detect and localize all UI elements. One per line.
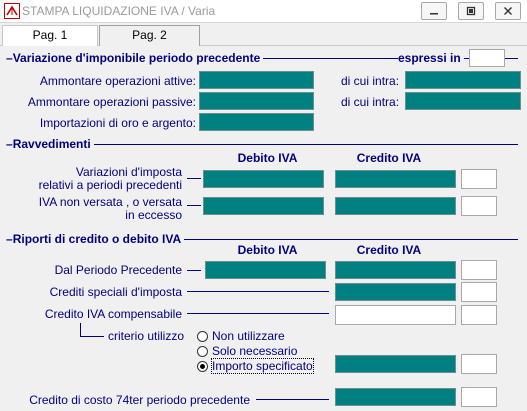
radio-non-utilizzare-label: Non utilizzare (212, 329, 285, 343)
variazioni-imposta-label-2: relativi a periodi precedenti (38, 178, 182, 192)
credito-compensabile-extra-field[interactable] (461, 305, 497, 325)
criterio-connector-v (80, 323, 81, 336)
tab-pag-2[interactable]: Pag. 2 (99, 25, 200, 46)
passive-intra-label: di cui intra: (341, 95, 400, 109)
restore-button[interactable] (458, 2, 484, 20)
crediti-speciali-label: Crediti speciali d'imposta (49, 285, 182, 299)
label-connector (256, 399, 329, 400)
passive-intra-field[interactable] (405, 92, 521, 110)
iva-non-versata-label-1: IVA non versata , o versata (38, 195, 182, 209)
restore-icon (466, 6, 476, 16)
section-riporti-title: –Riporti di credito o debito IVA (6, 232, 185, 246)
radio-solo-necessario-circle[interactable] (197, 345, 208, 357)
close-icon (504, 7, 512, 15)
operazioni-passive-label: Ammontare operazioni passive: (27, 95, 196, 109)
radio-importo-specificato-circle[interactable] (197, 360, 208, 372)
crediti-speciali-field[interactable] (335, 283, 456, 301)
section-ravvedimenti-title: –Ravvedimenti (6, 137, 94, 151)
attive-intra-label: di cui intra: (341, 74, 400, 88)
importo-specificato-field[interactable] (335, 355, 456, 373)
minimize-button[interactable] (421, 2, 447, 20)
criterio-connector-h (80, 336, 104, 337)
label-connector (187, 313, 329, 314)
close-button[interactable] (495, 2, 521, 20)
importo-specificato-extra-field[interactable] (461, 354, 497, 374)
oro-argento-field[interactable] (199, 113, 314, 131)
section-variazione-text: Variazione d'imponibile periodo preceden… (12, 51, 261, 65)
ravv-col-credito: Credito IVA (356, 151, 422, 165)
app-icon (4, 3, 20, 19)
iva-non-versata-debito-field[interactable] (203, 197, 324, 215)
radio-solo-necessario[interactable]: Solo necessario (197, 344, 297, 358)
section-variazione-title: –Variazione d'imponibile periodo precede… (6, 51, 264, 65)
riporti-col-debito: Debito IVA (237, 243, 298, 257)
dal-periodo-extra-field[interactable] (461, 260, 497, 280)
oro-argento-label: Importazioni di oro e argento: (39, 116, 196, 130)
tab-border (200, 45, 527, 46)
minimize-icon (430, 13, 438, 15)
label-connector (187, 291, 329, 292)
espressi-label: espressi in (398, 51, 464, 65)
credito-74ter-field[interactable] (335, 388, 456, 406)
window-title: STAMPA LIQUIDAZIONE IVA / Varia (22, 4, 216, 18)
credito-74ter-extra-field[interactable] (461, 387, 497, 407)
crediti-speciali-extra-field[interactable] (461, 282, 497, 302)
dal-periodo-debito-field[interactable] (205, 261, 326, 279)
radio-importo-specificato[interactable]: Importo specificato (197, 358, 314, 374)
ravv-col-debito: Debito IVA (237, 151, 298, 165)
tab-pag-1[interactable]: Pag. 1 (2, 25, 98, 46)
credito-compensabile-field[interactable] (335, 305, 456, 325)
iva-non-versata-extra-field[interactable] (461, 196, 497, 216)
variazioni-credito-field[interactable] (335, 170, 456, 188)
riporti-col-credito: Credito IVA (356, 243, 422, 257)
espressi-in-field[interactable] (469, 49, 505, 67)
radio-non-utilizzare-circle[interactable] (197, 330, 208, 342)
variazioni-debito-field[interactable] (203, 170, 324, 188)
operazioni-attive-label: Ammontare operazioni attive: (39, 74, 196, 88)
iva-non-versata-label-2: in eccesso (125, 208, 182, 222)
dal-periodo-label: Dal Periodo Precedente (54, 263, 182, 277)
variazioni-extra-field[interactable] (461, 169, 497, 189)
credito-compensabile-label: Credito IVA compensabile (44, 307, 182, 321)
radio-solo-necessario-label: Solo necessario (212, 344, 298, 358)
attive-intra-field[interactable] (405, 71, 521, 89)
credito-74ter-label: Credito di costo 74ter periodo precedent… (29, 393, 250, 407)
operazioni-attive-field[interactable] (199, 71, 314, 89)
dal-periodo-credito-field[interactable] (335, 261, 456, 279)
section-ravvedimenti-text: Ravvedimenti (12, 137, 91, 151)
operazioni-passive-field[interactable] (199, 92, 314, 110)
radio-importo-specificato-label: Importo specificato (211, 358, 314, 374)
radio-non-utilizzare[interactable]: Non utilizzare (197, 329, 285, 343)
label-connector (187, 178, 201, 179)
section-riporti-text: Riporti di credito o debito IVA (12, 232, 182, 246)
label-connector (187, 270, 201, 271)
label-connector (187, 205, 201, 206)
criterio-utilizzo-label: criterio utilizzo (108, 329, 185, 343)
iva-non-versata-credito-field[interactable] (335, 197, 456, 215)
variazioni-imposta-label-1: Variazioni d'imposta (75, 165, 182, 179)
